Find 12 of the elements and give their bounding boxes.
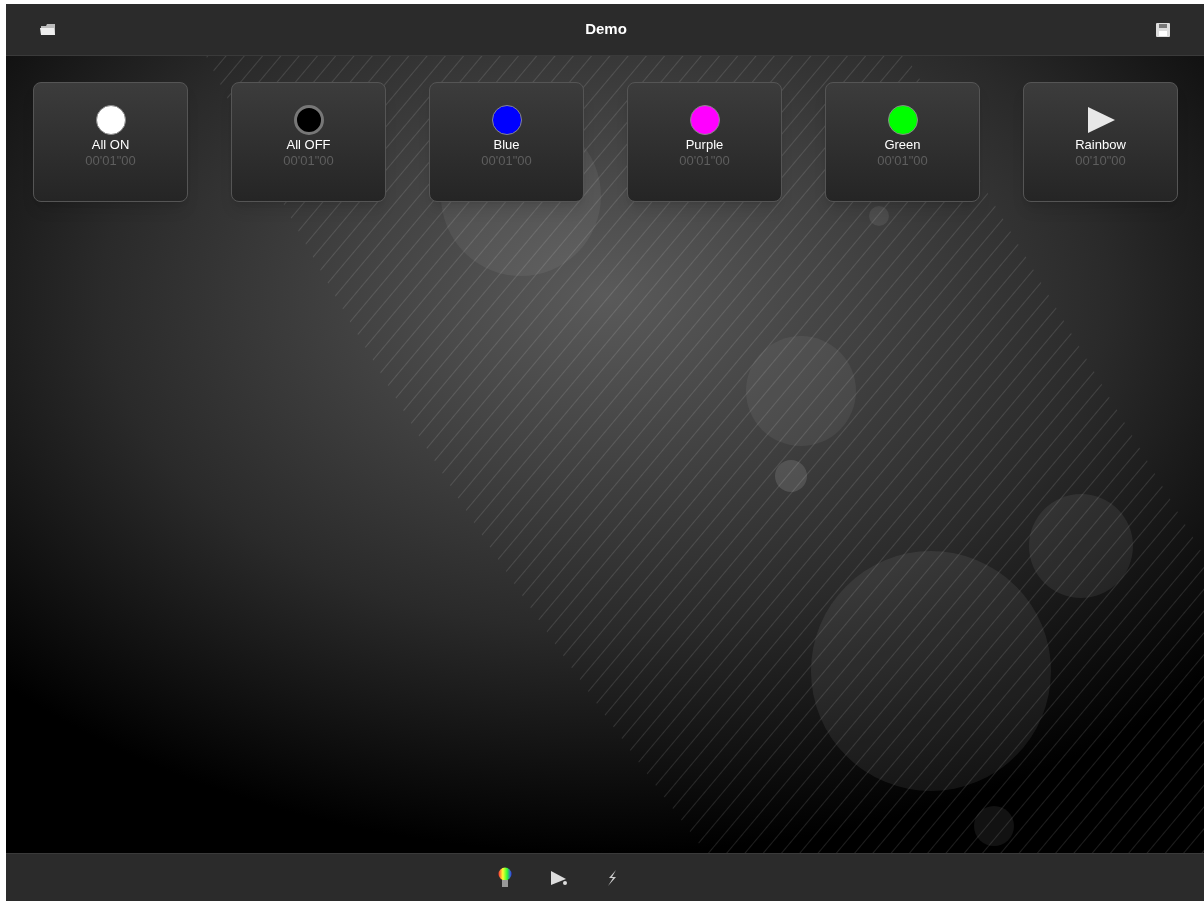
light-bulb-icon[interactable] xyxy=(498,866,512,889)
scene-label: All ON xyxy=(91,137,130,153)
play-cursor-icon[interactable] xyxy=(550,869,568,886)
scene-label: Purple xyxy=(685,137,724,153)
scene-label: All OFF xyxy=(286,137,331,153)
scene-label: Blue xyxy=(493,137,520,153)
scene-label: Rainbow xyxy=(1075,137,1126,153)
folder-icon[interactable] xyxy=(40,23,56,36)
play-icon xyxy=(1085,105,1116,135)
save-icon[interactable] xyxy=(1156,22,1170,37)
window-title: Demo xyxy=(585,19,627,40)
scene-label: Green xyxy=(884,137,921,153)
